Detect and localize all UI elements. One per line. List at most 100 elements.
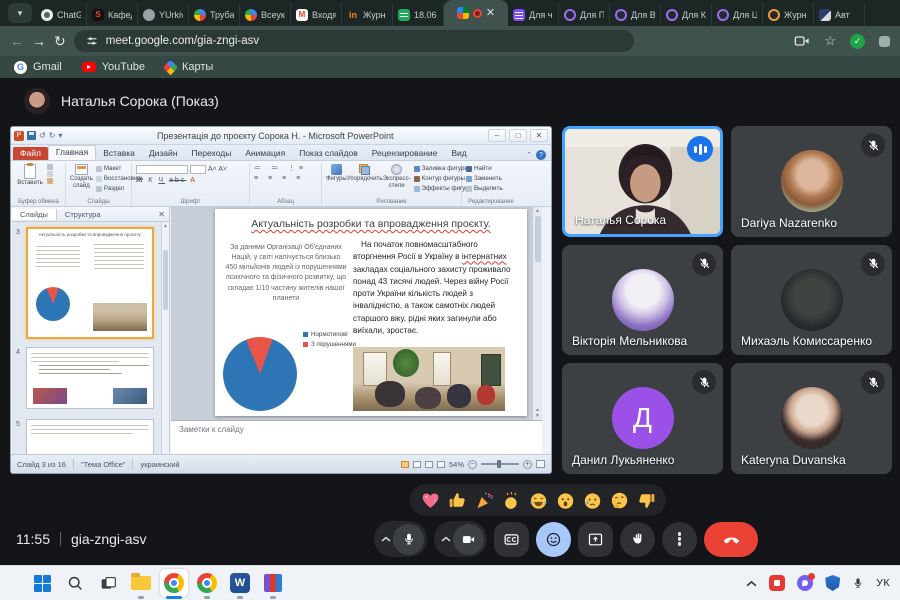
extensions-icon[interactable] — [879, 36, 890, 47]
meeting-code: gia-zngi-asv — [71, 531, 146, 547]
reaction-crying-face-icon[interactable] — [581, 489, 603, 511]
browser-tab[interactable]: inЖурн — [342, 3, 393, 26]
slide-right-text: На початок повномасштабного вторгнення Р… — [353, 239, 517, 337]
browser-tab[interactable]: Для К — [661, 3, 712, 26]
browser-tab[interactable]: Труба — [189, 3, 240, 26]
chrome-secondary-button[interactable] — [193, 569, 221, 597]
participant-tile-viktoria[interactable]: Вікторія Мельникова — [562, 245, 723, 356]
browser-tab[interactable]: Журн — [763, 3, 814, 26]
tab-search-chevron-icon[interactable]: ▾ — [8, 3, 32, 23]
chrome-button[interactable] — [160, 569, 188, 597]
ribbon-tab-home: Главная — [48, 145, 96, 160]
legend-swatch-blue — [303, 332, 308, 337]
slide-number: 3 — [16, 229, 20, 236]
maximize-icon: □ — [509, 129, 527, 142]
back-icon[interactable]: ← — [10, 34, 24, 48]
browser-tab[interactable]: Для Ц — [712, 3, 763, 26]
ribbon-tab-review: Рецензирование — [365, 147, 445, 160]
participant-name: Наталья Сорока — [575, 213, 666, 227]
browser-tab[interactable]: Для ч — [508, 3, 559, 26]
mic-options-chevron-icon[interactable] — [381, 536, 391, 542]
help-icon: ? — [536, 150, 546, 160]
camera-options-chevron-icon[interactable] — [441, 536, 451, 542]
file-explorer-button[interactable] — [127, 569, 155, 597]
browser-tab[interactable]: Для П — [559, 3, 610, 26]
bookmark-label: YouTube — [102, 61, 145, 73]
more-options-button[interactable] — [662, 522, 697, 557]
reload-icon[interactable]: ↻ — [54, 34, 66, 48]
reaction-clapping-hands-icon[interactable] — [500, 489, 522, 511]
shared-screen-powerpoint[interactable]: P ↺ ↻ ▾ Презентація до проєкту Сорока Н.… — [10, 126, 552, 474]
browser-tab-active-meet[interactable]: ✕ — [444, 0, 508, 26]
mic-button[interactable] — [393, 524, 424, 555]
forward-icon[interactable]: → — [32, 34, 46, 48]
participant-tile-natalya[interactable]: Наталья Сорока — [562, 126, 723, 237]
task-view-button[interactable] — [94, 569, 122, 597]
viber-icon[interactable] — [797, 575, 813, 591]
zoom-in-icon: + — [523, 460, 532, 469]
undo-icon: ↺ — [39, 131, 46, 140]
bookmark-star-icon[interactable]: ☆ — [824, 33, 836, 49]
raise-hand-button[interactable] — [620, 522, 655, 557]
winrar-button[interactable] — [259, 569, 287, 597]
reaction-thinking-face-icon[interactable] — [608, 489, 630, 511]
tab-close-icon[interactable]: ✕ — [486, 8, 495, 19]
browser-tab[interactable]: YUrkiv — [138, 3, 189, 26]
view-reading-icon — [425, 461, 433, 468]
avatar — [781, 150, 843, 212]
ribbon-tab-bar: Файл Главная Вставка Дизайн Переходы Ани… — [11, 145, 551, 161]
reactions-button[interactable] — [536, 522, 571, 557]
language-switcher[interactable]: УК — [876, 577, 890, 589]
camera-button[interactable] — [453, 524, 484, 555]
bookmark-youtube[interactable]: YouTube — [82, 61, 145, 73]
reaction-thumbs-down-icon[interactable] — [635, 489, 657, 511]
browser-tab[interactable]: Для В — [610, 3, 661, 26]
participant-name: Данил Лукьяненко — [572, 453, 674, 467]
browser-tab[interactable]: Авт — [814, 3, 865, 26]
panel-tab-slides: Слайды — [12, 209, 57, 220]
address-bar[interactable]: meet.google.com/gia-zngi-asv — [74, 30, 634, 52]
browser-tab[interactable]: SКафед — [87, 3, 138, 26]
browser-tab[interactable]: Всеук — [240, 3, 291, 26]
bookmark-label: Карты — [182, 61, 213, 73]
bookmark-gmail[interactable]: GGmail — [14, 61, 62, 74]
security-shield-icon[interactable] — [825, 575, 840, 591]
present-button[interactable] — [578, 522, 613, 557]
start-button[interactable] — [28, 569, 56, 597]
tray-microphone-icon[interactable] — [852, 576, 864, 590]
extension-shield-icon[interactable]: ✓ — [850, 34, 865, 49]
mic-off-icon — [692, 252, 716, 276]
browser-tab[interactable]: ChatG — [36, 3, 87, 26]
tray-chevron-icon[interactable] — [746, 580, 757, 587]
search-button[interactable] — [61, 569, 89, 597]
reaction-party-popper-icon[interactable] — [473, 489, 495, 511]
reaction-thumbs-up-icon[interactable] — [446, 489, 468, 511]
meet-favicon — [457, 7, 469, 19]
windows-taskbar: W УК — [0, 565, 900, 600]
word-button[interactable]: W — [226, 569, 254, 597]
youtube-icon — [82, 62, 96, 72]
browser-tab[interactable]: MВходя — [291, 3, 342, 26]
tab-camera-icon[interactable] — [794, 34, 810, 48]
end-call-button[interactable] — [704, 522, 758, 557]
tab-label: 18.06 — [414, 10, 437, 20]
participant-tile-dariya[interactable]: Dariya Nazarenko — [731, 126, 892, 237]
participant-tile-kateryna[interactable]: Kateryna Duvanska — [731, 363, 892, 474]
panel-tab-outline: Структура — [57, 209, 109, 220]
view-normal-icon — [401, 461, 409, 468]
reaction-face-joy-icon[interactable] — [527, 489, 549, 511]
ribbon-group-slides: Создать слайд Макет Восстановить Раздел … — [66, 163, 132, 206]
photo-board — [481, 354, 501, 386]
captions-button[interactable] — [494, 522, 529, 557]
participant-tile-danil[interactable]: Д Данил Лукьяненко — [562, 363, 723, 474]
bookmark-maps[interactable]: Карты — [165, 61, 213, 73]
reaction-face-open-mouth-icon[interactable] — [554, 489, 576, 511]
ribbon-tab-file: Файл — [13, 147, 48, 160]
participant-tile-mikhael[interactable]: Михаэль Комиссаренко — [731, 245, 892, 356]
tab-label: Журн — [363, 10, 386, 20]
tray-app-icon[interactable] — [769, 575, 785, 591]
tab-label: Для П — [580, 10, 604, 20]
reaction-sparkling-heart-icon[interactable] — [419, 489, 441, 511]
slide-number: 4 — [16, 349, 20, 356]
browser-tab[interactable]: 18.06 — [393, 3, 444, 26]
